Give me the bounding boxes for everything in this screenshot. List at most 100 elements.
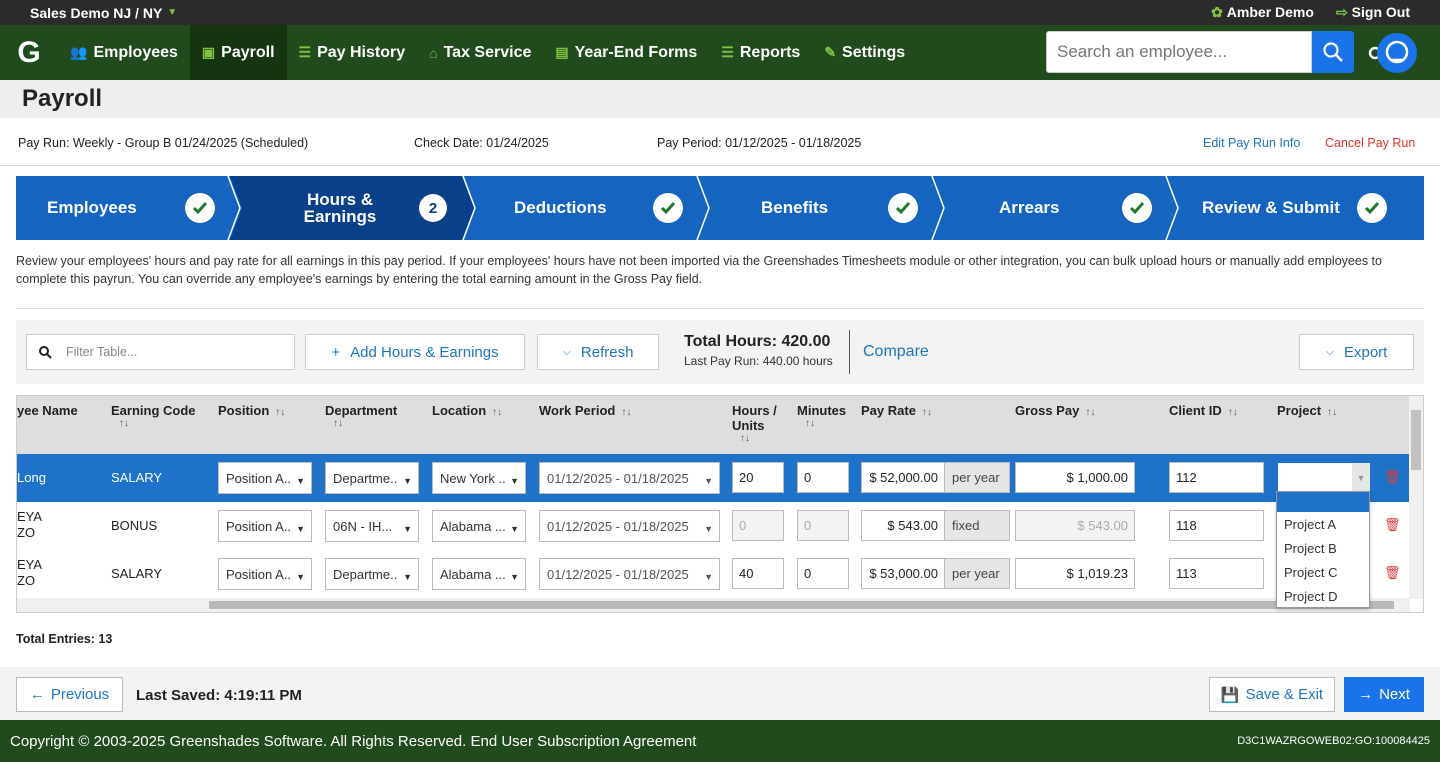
dropdown-option[interactable]: Project A bbox=[1277, 512, 1369, 536]
pay-rate-input[interactable]: $ 53,000.00 bbox=[861, 558, 945, 589]
column-position[interactable]: Position ↑↓ bbox=[218, 403, 285, 418]
table-row[interactable]: Long SALARY Position A.. ▼ Departme.. ▼ Ne… bbox=[17, 454, 1410, 502]
trash-icon[interactable]: 🗑 bbox=[1384, 469, 1401, 485]
minutes-input[interactable]: 0 bbox=[797, 558, 849, 589]
caret-down-icon: ▼ bbox=[296, 524, 305, 534]
column-minutes[interactable]: Minutes ↑↓ bbox=[797, 403, 846, 429]
sort-icon: ↑↓ bbox=[1227, 407, 1238, 418]
dropdown-option[interactable]: Project C bbox=[1277, 560, 1369, 584]
column-employee-name[interactable]: yee Name bbox=[17, 403, 78, 418]
nav-settings[interactable]: ✎ Settings bbox=[812, 25, 917, 80]
select-value: Alabama ... bbox=[440, 518, 506, 534]
total-hours-summary: Total Hours: 420.00 Last Pay Run: 440.00… bbox=[684, 333, 833, 368]
work-period-select[interactable]: 01/12/2025 - 01/18/2025 ▼ bbox=[539, 558, 720, 590]
client-id-input[interactable]: 118 bbox=[1169, 510, 1264, 541]
cancel-pay-run-link[interactable]: Cancel Pay Run bbox=[1325, 136, 1415, 150]
employee-name: EYA ZO bbox=[17, 557, 42, 589]
department-select[interactable]: 06N - IH... ▼ bbox=[325, 510, 419, 542]
scroll-thumb[interactable] bbox=[1411, 410, 1421, 470]
work-period-select[interactable]: 01/12/2025 - 01/18/2025 ▼ bbox=[539, 462, 720, 494]
dropdown-option[interactable]: Project D bbox=[1277, 584, 1369, 608]
nav-pay-history[interactable]: ☰ Pay History bbox=[287, 25, 418, 80]
department-select[interactable]: Departme.. ▼ bbox=[325, 558, 419, 590]
position-select[interactable]: Position A.. ▼ bbox=[218, 558, 312, 590]
trash-icon[interactable]: 🗑 bbox=[1384, 565, 1401, 581]
next-button[interactable]: → Next bbox=[1344, 677, 1424, 712]
nav-employees[interactable]: 👥 Employees bbox=[58, 25, 190, 80]
column-earning-code[interactable]: Earning Code ↑↓ bbox=[111, 403, 196, 429]
step-hours-earnings[interactable]: Hours & Earnings bbox=[290, 176, 390, 240]
hours-input[interactable]: 20 bbox=[732, 462, 784, 493]
column-department[interactable]: Department ↑↓ bbox=[325, 403, 397, 429]
column-label: Department bbox=[325, 403, 398, 418]
add-hours-button[interactable]: + Add Hours & Earnings bbox=[305, 334, 525, 370]
user-menu[interactable]: ✿ Amber Demo bbox=[1211, 4, 1314, 21]
trash-icon[interactable]: 🗑 bbox=[1384, 517, 1401, 533]
nav-payroll[interactable]: ▣ Payroll bbox=[189, 25, 287, 80]
earning-code: BONUS bbox=[111, 518, 158, 533]
nav-label: Payroll bbox=[221, 43, 275, 61]
search-icon bbox=[39, 345, 52, 359]
dropdown-option[interactable]: Project B bbox=[1277, 536, 1369, 560]
scroll-thumb[interactable] bbox=[209, 601, 1394, 609]
sign-out-link[interactable]: ⇨ Sign Out bbox=[1336, 4, 1410, 21]
nav-reports[interactable]: ☰ Reports bbox=[709, 25, 812, 80]
project-select[interactable]: ▼ bbox=[1277, 462, 1371, 493]
compare-link[interactable]: Compare bbox=[863, 343, 929, 361]
step-arrears[interactable]: Arrears bbox=[999, 176, 1152, 240]
column-location[interactable]: Location ↑↓ bbox=[432, 403, 502, 418]
sort-icon: ↑↓ bbox=[275, 407, 286, 418]
search-button[interactable] bbox=[1312, 31, 1354, 73]
caret-down-icon: ▼ bbox=[704, 524, 713, 534]
column-hours-units[interactable]: Hours / Units ↑↓ bbox=[732, 403, 777, 444]
client-id-input[interactable]: 112 bbox=[1169, 462, 1264, 493]
horizontal-scrollbar[interactable] bbox=[17, 598, 1410, 612]
save-exit-button[interactable]: 💾 Save & Exit bbox=[1209, 677, 1335, 712]
minutes-input[interactable]: 0 bbox=[797, 462, 849, 493]
column-label: Project bbox=[1277, 403, 1322, 418]
nav-year-end-forms[interactable]: ▤ Year-End Forms bbox=[543, 25, 709, 80]
gross-pay-input[interactable]: $ 1,000.00 bbox=[1015, 462, 1135, 493]
name-line1: EYA bbox=[17, 557, 43, 572]
dropdown-option-blank[interactable] bbox=[1277, 492, 1369, 512]
pay-rate-input[interactable]: $ 543.00 bbox=[861, 510, 945, 541]
table-row[interactable]: EYA ZO BONUS Position A.. ▼ 06N - IH... ▼ A… bbox=[17, 502, 1410, 550]
hours-input[interactable]: 40 bbox=[732, 558, 784, 589]
position-select[interactable]: Position A.. ▼ bbox=[218, 510, 312, 542]
location-select[interactable]: New York .. ▼ bbox=[432, 462, 526, 494]
select-value: 01/12/2025 - 01/18/2025 bbox=[547, 518, 689, 534]
step-benefits[interactable]: Benefits bbox=[761, 176, 918, 240]
work-period-select[interactable]: 01/12/2025 - 01/18/2025 ▼ bbox=[539, 510, 720, 542]
pay-rate-input[interactable]: $ 52,000.00 bbox=[861, 462, 945, 493]
edit-pay-run-link[interactable]: Edit Pay Run Info bbox=[1203, 136, 1300, 150]
refresh-button[interactable]: ⌵ Refresh bbox=[537, 334, 659, 370]
location-select[interactable]: Alabama ... ▼ bbox=[432, 510, 526, 542]
employee-search-input[interactable] bbox=[1046, 31, 1312, 73]
chat-button[interactable] bbox=[1368, 33, 1418, 73]
step-deductions[interactable]: Deductions bbox=[514, 176, 683, 240]
column-client-id[interactable]: Client ID ↑↓ bbox=[1169, 403, 1238, 418]
gross-pay-input[interactable]: $ 1,019.23 bbox=[1015, 558, 1135, 589]
column-project[interactable]: Project ↑↓ bbox=[1277, 403, 1337, 418]
logo-icon[interactable]: G bbox=[0, 25, 58, 80]
column-pay-rate[interactable]: Pay Rate ↑↓ bbox=[861, 403, 932, 418]
step-employees[interactable]: Employees bbox=[47, 176, 215, 240]
department-select[interactable]: Departme.. ▼ bbox=[325, 462, 419, 494]
filter-table-input[interactable]: Filter Table... bbox=[26, 334, 295, 370]
table-row[interactable]: EYA ZO SALARY Position A.. ▼ Departme.. ▼ A… bbox=[17, 550, 1410, 598]
location-select[interactable]: Alabama ... ▼ bbox=[432, 558, 526, 590]
copyright-text[interactable]: Copyright © 2003-2025 Greenshades Softwa… bbox=[10, 733, 696, 750]
caret-down-icon: ▼ bbox=[296, 572, 305, 582]
nav-tax-service[interactable]: ⌂ Tax Service bbox=[417, 25, 543, 80]
client-id-input[interactable]: 113 bbox=[1169, 558, 1264, 589]
column-work-period[interactable]: Work Period ↑↓ bbox=[539, 403, 631, 418]
position-select[interactable]: Position A.. ▼ bbox=[218, 462, 312, 494]
export-button[interactable]: ⌵ Export bbox=[1299, 334, 1414, 370]
column-label: Work Period bbox=[539, 403, 616, 418]
column-gross-pay[interactable]: Gross Pay ↑↓ bbox=[1015, 403, 1095, 418]
nav-label: Tax Service bbox=[443, 43, 532, 61]
previous-button[interactable]: ← Previous bbox=[16, 677, 123, 712]
step-review-submit[interactable]: Review & Submit bbox=[1202, 176, 1387, 240]
company-switcher[interactable]: Sales Demo NJ / NY ▼ bbox=[30, 5, 177, 21]
vertical-scrollbar[interactable] bbox=[1409, 396, 1423, 599]
